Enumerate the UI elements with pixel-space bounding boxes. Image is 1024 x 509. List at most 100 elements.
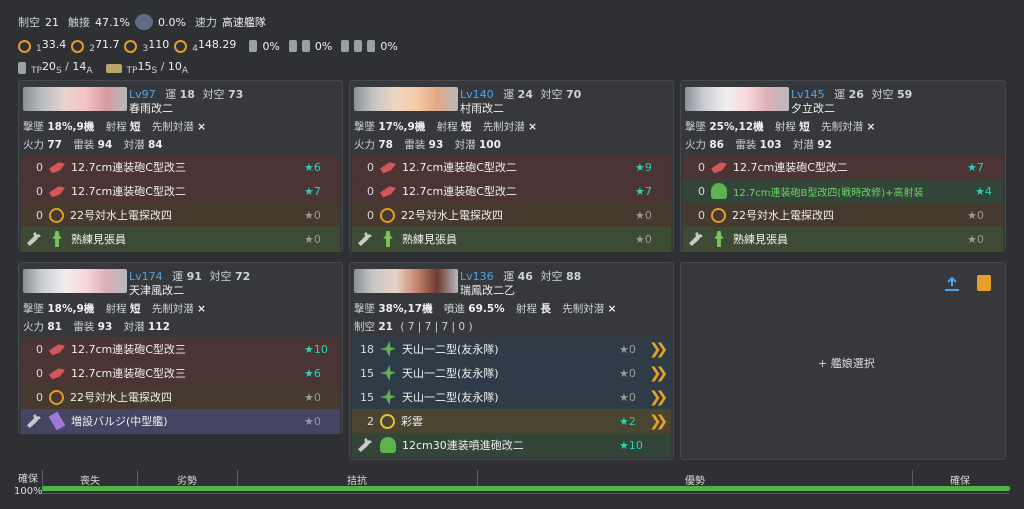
ship-card-harusame[interactable]: Lv97 運 18 対空 73 春雨改二 撃墜 18%,9機 射程 短 先制対潜… bbox=[18, 80, 343, 252]
clipboard-icon[interactable] bbox=[977, 275, 991, 291]
equipment-slot-2[interactable]: 0 12.7cm連装砲B型改四(戦時改修)+高射装 ★4 bbox=[683, 179, 1003, 203]
equipment-slot-2[interactable]: 0 12.7cm連装砲C型改二 ★7 bbox=[352, 179, 671, 203]
los-icon bbox=[174, 39, 188, 53]
slot-count: 0 bbox=[36, 366, 43, 380]
ship-card-yuudachi[interactable]: Lv145 運 26 対空 59 夕立改二 撃墜 25%,12機 射程 短 先制… bbox=[680, 80, 1006, 252]
air-state-progress bbox=[42, 486, 1010, 491]
slot-count: 0 bbox=[367, 208, 374, 222]
main-gun-icon bbox=[49, 186, 65, 198]
range-value: 短 bbox=[129, 303, 141, 315]
empty-ship-slot[interactable]: + 艦娘選択 bbox=[680, 262, 1006, 460]
oasw-value: × bbox=[197, 303, 206, 315]
ship-name[interactable]: 夕立改二 bbox=[791, 100, 835, 116]
torpedo-value: 93 bbox=[97, 321, 113, 333]
lookout-icon bbox=[52, 231, 62, 247]
equipment-slot-1[interactable]: 0 12.7cm連装砲C型改三 ★6 bbox=[21, 155, 340, 179]
equipment-slot-2[interactable]: 0 12.7cm連装砲C型改二 ★7 bbox=[21, 179, 340, 203]
main-gun-icon bbox=[49, 162, 65, 174]
equipment-slot-2[interactable]: 0 12.7cm連装砲C型改三 ★6 bbox=[21, 361, 340, 385]
shootdown-label: 撃墜 bbox=[23, 303, 44, 315]
ship-name[interactable]: 天津風改二 bbox=[129, 282, 184, 298]
equipment-name: 22号対水上電探改四 bbox=[70, 391, 172, 404]
air-power-value: 21 bbox=[378, 321, 393, 333]
ship-card-amatsukaze[interactable]: Lv174 運 91 対空 72 天津風改二 撃墜 18%,9機 射程 短 先制… bbox=[18, 262, 343, 434]
improvement-level: ★0 bbox=[304, 208, 321, 222]
ship-name[interactable]: 春雨改二 bbox=[129, 100, 173, 116]
ship-banner-image[interactable] bbox=[23, 269, 127, 293]
shootdown-value: 38%,17機 bbox=[378, 303, 433, 315]
shootdown-label: 撃墜 bbox=[354, 121, 375, 133]
equipment-slot-3[interactable]: 0 22号対水上電探改四 ★0 bbox=[21, 203, 340, 227]
upload-icon[interactable] bbox=[945, 276, 959, 291]
equipment-slot-3[interactable]: 15 天山一二型(友永隊) ★0 ❯❯ bbox=[352, 385, 671, 409]
equipment-name: 熟練見張員 bbox=[733, 233, 788, 246]
equipment-slot-3[interactable]: 0 22号対水上電探改四 ★0 bbox=[352, 203, 671, 227]
select-ship-button[interactable]: + 艦娘選択 bbox=[818, 355, 875, 371]
speed-label: 速力 bbox=[194, 16, 217, 29]
fleet-stats-row-2: 133.4 271.7 3110 4148.29 0% 0% 0% bbox=[18, 38, 398, 54]
air-supremacy-label: 確保 bbox=[950, 476, 970, 487]
shootdown-label: 撃墜 bbox=[685, 121, 706, 133]
los-value-4: 148.29 bbox=[197, 38, 237, 51]
equipment-slot-ex[interactable]: 熟練見張員 ★0 bbox=[352, 227, 671, 251]
rocket-value: 69.5% bbox=[468, 303, 505, 315]
ship-name[interactable]: 村雨改二 bbox=[460, 100, 504, 116]
ship-card-zuihou[interactable]: Lv136 運 46 対空 88 瑞鳳改二乙 撃墜 38%,17機 噴進 69.… bbox=[349, 262, 674, 460]
equipment-slot-1[interactable]: 0 12.7cm連装砲C型改三 ★10 bbox=[21, 337, 340, 361]
equipment-name: 天山一二型(友永隊) bbox=[402, 343, 499, 356]
lookout-icon bbox=[383, 231, 393, 247]
equipment-name: 彩雲 bbox=[401, 415, 423, 428]
improvement-level: ★0 bbox=[304, 232, 321, 246]
improvement-level: ★0 bbox=[304, 414, 321, 428]
equipment-name: 12.7cm連装砲C型改二 bbox=[402, 185, 517, 198]
improvement-level: ★6 bbox=[304, 366, 321, 380]
tp2-s-rank: S bbox=[151, 66, 158, 76]
luck-value: 26 bbox=[848, 88, 864, 101]
equipment-slot-ex[interactable]: 12cm30連装噴進砲改二 ★10 bbox=[352, 433, 671, 457]
equipment-slot-3[interactable]: 0 22号対水上電探改四 ★0 bbox=[683, 203, 1003, 227]
shootdown-value: 18%,9機 bbox=[47, 303, 95, 315]
equipment-slot-1[interactable]: 0 12.7cm連装砲C型改二 ★9 bbox=[352, 155, 671, 179]
drum-rate-1: 0% bbox=[262, 39, 280, 53]
fleet-stats-row-3: TP20S / 14A TP15S / 10A bbox=[18, 60, 188, 76]
slot-count: 0 bbox=[36, 160, 43, 174]
drum-icon bbox=[249, 40, 258, 52]
aa-value: 72 bbox=[234, 270, 251, 283]
equipment-slot-4[interactable]: 2 彩雲 ★2 ❯❯ bbox=[352, 409, 671, 433]
aa-gun-icon bbox=[711, 183, 727, 199]
torpedo-label: 雷装 bbox=[404, 139, 426, 151]
oasw-value: × bbox=[866, 121, 876, 133]
asw-value: 100 bbox=[478, 139, 501, 151]
equipment-slot-ex[interactable]: 熟練見張員 ★0 bbox=[683, 227, 1003, 251]
improvement-level: ★2 bbox=[619, 414, 636, 428]
drum-icon bbox=[341, 40, 350, 52]
ship-info-line-2: 制空 21 ( 7 | 7 | 7 | 0 ) bbox=[354, 319, 473, 334]
tp-slash: / bbox=[65, 60, 69, 73]
equipment-slot-3[interactable]: 0 22号対水上電探改四 ★0 bbox=[21, 385, 340, 409]
range-label: 射程 bbox=[105, 303, 127, 315]
ship-banner-image[interactable] bbox=[354, 87, 458, 111]
slot-count: 0 bbox=[698, 160, 705, 174]
main-gun-icon bbox=[711, 162, 727, 174]
equipment-slot-1[interactable]: 0 12.7cm連装砲C型改二 ★7 bbox=[683, 155, 1003, 179]
ship-banner-image[interactable] bbox=[685, 87, 789, 111]
equipment-slot-ex[interactable]: 増設バルジ(中型艦) ★0 bbox=[21, 409, 340, 433]
equipment-slot-1[interactable]: 18 天山一二型(友永隊) ★0 ❯❯ bbox=[352, 337, 671, 361]
air-power-label: 制空 bbox=[354, 321, 375, 333]
ship-banner-image[interactable] bbox=[23, 87, 127, 111]
ship-name[interactable]: 瑞鳳改二乙 bbox=[460, 282, 515, 298]
lookout-icon bbox=[714, 231, 724, 247]
ship-info-line-2: 火力 86 雷装 103 対潜 92 bbox=[685, 137, 832, 152]
ship-card-murasame[interactable]: Lv140 運 24 対空 70 村雨改二 撃墜 17%,9機 射程 短 先制対… bbox=[349, 80, 674, 252]
aa-value: 70 bbox=[565, 88, 582, 101]
shootdown-value: 25%,12機 bbox=[709, 121, 764, 133]
los-icon bbox=[71, 39, 85, 53]
rocket-launcher-icon bbox=[380, 437, 396, 453]
range-label: 射程 bbox=[436, 121, 458, 133]
equipment-name: 12.7cm連装砲C型改二 bbox=[733, 161, 848, 174]
equipment-slot-2[interactable]: 15 天山一二型(友永隊) ★0 ❯❯ bbox=[352, 361, 671, 385]
equipment-slot-ex[interactable]: 熟練見張員 ★0 bbox=[21, 227, 340, 251]
ship-banner-image[interactable] bbox=[354, 269, 458, 293]
aa-value: 88 bbox=[565, 270, 582, 283]
tp2-label: TP bbox=[126, 66, 138, 76]
